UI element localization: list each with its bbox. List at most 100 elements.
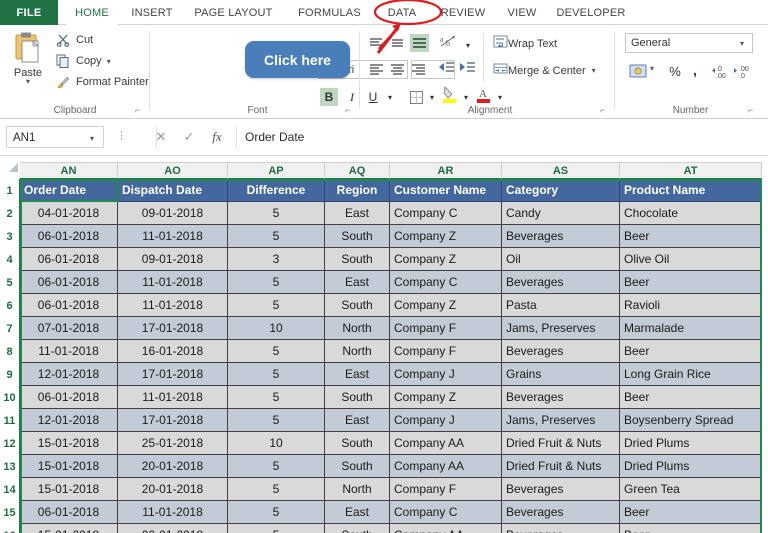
table-cell[interactable]: South: [325, 432, 390, 455]
table-cell[interactable]: Beer: [620, 386, 762, 409]
copy-button[interactable]: Copy ▾: [56, 54, 111, 68]
table-cell[interactable]: Company F: [390, 478, 502, 501]
table-cell[interactable]: 07-01-2018: [20, 317, 118, 340]
table-cell[interactable]: 06-01-2018: [20, 248, 118, 271]
table-cell[interactable]: 5: [228, 225, 325, 248]
row-header-8[interactable]: 8: [0, 340, 20, 363]
table-cell[interactable]: Grains: [502, 363, 620, 386]
tab-home[interactable]: HOME: [66, 0, 118, 25]
select-all-corner[interactable]: [0, 156, 20, 173]
table-cell[interactable]: East: [325, 363, 390, 386]
table-cell[interactable]: Company C: [390, 501, 502, 524]
number-format-caret[interactable]: ▾: [740, 39, 758, 48]
table-cell[interactable]: 06-01-2018: [20, 386, 118, 409]
table-cell[interactable]: 12-01-2018: [20, 409, 118, 432]
insert-function-icon[interactable]: fx: [204, 126, 230, 148]
table-cell[interactable]: South: [325, 524, 390, 533]
table-cell[interactable]: 5: [228, 271, 325, 294]
table-cell[interactable]: East: [325, 409, 390, 432]
merge-center-dropdown-caret[interactable]: ▾: [592, 66, 596, 75]
table-header-cell[interactable]: Region: [325, 179, 390, 202]
table-cell[interactable]: 11-01-2018: [118, 294, 228, 317]
row-header-3[interactable]: 3: [0, 225, 20, 248]
paste-dropdown-caret[interactable]: ▾: [26, 79, 30, 85]
table-cell[interactable]: Ravioli: [620, 294, 762, 317]
paste-button[interactable]: Paste ▾: [6, 31, 50, 103]
table-cell[interactable]: 06-01-2018: [20, 501, 118, 524]
table-cell[interactable]: 10: [228, 317, 325, 340]
tab-view[interactable]: VIEW: [500, 0, 544, 25]
table-cell[interactable]: Beverages: [502, 386, 620, 409]
column-header-AO[interactable]: AO: [118, 162, 228, 179]
table-cell[interactable]: Chocolate: [620, 202, 762, 225]
align-middle-button[interactable]: [389, 35, 406, 51]
table-cell[interactable]: 04-01-2018: [20, 202, 118, 225]
table-cell[interactable]: 25-01-2018: [118, 432, 228, 455]
formula-bar-handle[interactable]: ⋮: [116, 131, 127, 142]
row-header-16[interactable]: 16: [0, 524, 20, 533]
table-cell[interactable]: Beverages: [502, 524, 620, 533]
table-cell[interactable]: 20-01-2018: [118, 524, 228, 533]
table-cell[interactable]: 5: [228, 455, 325, 478]
table-cell[interactable]: Beer: [620, 271, 762, 294]
increase-indent-button[interactable]: [459, 61, 476, 82]
table-cell[interactable]: 5: [228, 202, 325, 225]
table-cell[interactable]: East: [325, 501, 390, 524]
table-header-cell[interactable]: Category: [502, 179, 620, 202]
tab-page-layout[interactable]: PAGE LAYOUT: [186, 0, 281, 25]
table-cell[interactable]: Beverages: [502, 225, 620, 248]
percent-style-button[interactable]: %: [666, 62, 684, 80]
table-cell[interactable]: Beer: [620, 340, 762, 363]
alignment-dialog-launcher[interactable]: ⌐: [600, 106, 609, 115]
table-cell[interactable]: Beverages: [502, 271, 620, 294]
row-header-4[interactable]: 4: [0, 248, 20, 271]
row-header-9[interactable]: 9: [0, 363, 20, 386]
row-header-5[interactable]: 5: [0, 271, 20, 294]
accounting-dropdown-caret[interactable]: ▾: [650, 64, 654, 73]
table-cell[interactable]: Company AA: [390, 432, 502, 455]
align-top-button[interactable]: [368, 35, 385, 51]
table-cell[interactable]: South: [325, 455, 390, 478]
table-cell[interactable]: Beverages: [502, 501, 620, 524]
row-header-14[interactable]: 14: [0, 478, 20, 501]
table-cell[interactable]: Company AA: [390, 455, 502, 478]
table-cell[interactable]: Company F: [390, 317, 502, 340]
table-cell[interactable]: Marmalade: [620, 317, 762, 340]
table-cell[interactable]: 5: [228, 363, 325, 386]
clipboard-dialog-launcher[interactable]: ⌐: [135, 106, 144, 115]
row-header-1[interactable]: 1: [0, 179, 20, 202]
table-cell[interactable]: South: [325, 386, 390, 409]
table-cell[interactable]: Company Z: [390, 294, 502, 317]
column-header-AR[interactable]: AR: [390, 162, 502, 179]
table-cell[interactable]: 06-01-2018: [20, 294, 118, 317]
table-cell[interactable]: Boysenberry Spread: [620, 409, 762, 432]
table-cell[interactable]: Beverages: [502, 340, 620, 363]
table-cell[interactable]: Dried Fruit & Nuts: [502, 432, 620, 455]
table-cell[interactable]: 5: [228, 524, 325, 533]
table-cell[interactable]: 10: [228, 432, 325, 455]
table-cell[interactable]: 5: [228, 294, 325, 317]
table-cell[interactable]: Beer: [620, 501, 762, 524]
table-cell[interactable]: 20-01-2018: [118, 455, 228, 478]
table-cell[interactable]: 5: [228, 386, 325, 409]
table-cell[interactable]: 3: [228, 248, 325, 271]
cancel-formula-button[interactable]: ✕: [148, 126, 174, 148]
table-cell[interactable]: South: [325, 225, 390, 248]
table-cell[interactable]: Company C: [390, 202, 502, 225]
table-cell[interactable]: 5: [228, 340, 325, 363]
table-cell[interactable]: 09-01-2018: [118, 248, 228, 271]
table-cell[interactable]: 06-01-2018: [20, 225, 118, 248]
column-header-AQ[interactable]: AQ: [325, 162, 390, 179]
table-cell[interactable]: Beer: [620, 225, 762, 248]
table-cell[interactable]: Candy: [502, 202, 620, 225]
table-cell[interactable]: Company Z: [390, 386, 502, 409]
row-header-13[interactable]: 13: [0, 455, 20, 478]
align-right-button[interactable]: [410, 62, 427, 78]
table-cell[interactable]: 09-01-2018: [118, 202, 228, 225]
align-center-button[interactable]: [389, 62, 406, 78]
column-header-AN[interactable]: AN: [20, 162, 118, 179]
row-header-7[interactable]: 7: [0, 317, 20, 340]
table-cell[interactable]: 16-01-2018: [118, 340, 228, 363]
table-cell[interactable]: 15-01-2018: [20, 455, 118, 478]
table-cell[interactable]: Long Grain Rice: [620, 363, 762, 386]
